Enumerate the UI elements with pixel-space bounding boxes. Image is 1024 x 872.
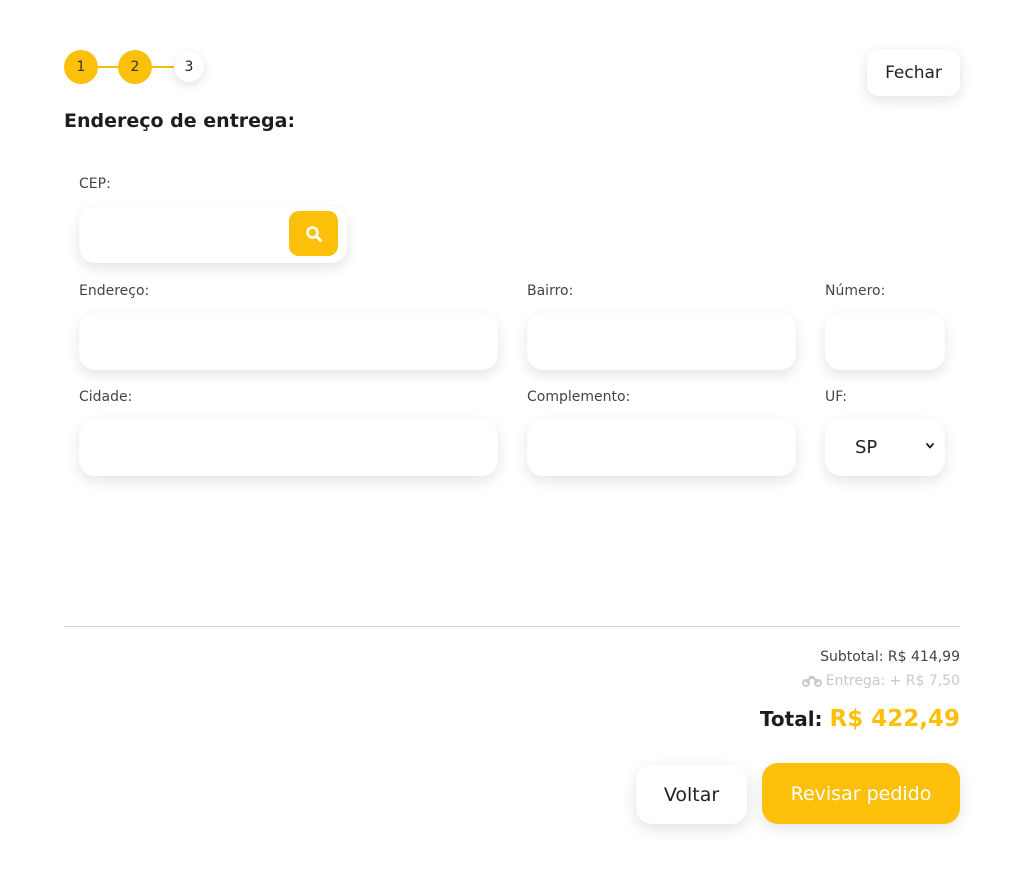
step-2: 2 (118, 50, 152, 84)
cep-label: CEP: (79, 176, 111, 192)
step-1: 1 (64, 50, 98, 84)
review-order-button[interactable]: Revisar pedido (762, 763, 960, 824)
cidade-label: Cidade: (79, 389, 133, 405)
total-amount: R$ 422,49 (829, 706, 960, 732)
stepper-connector (98, 66, 118, 68)
close-button[interactable]: Fechar (867, 49, 960, 96)
subtotal-text: Subtotal: R$ 414,99 (820, 649, 960, 665)
uf-label: UF: (825, 389, 847, 405)
cidade-field[interactable] (79, 419, 498, 476)
complemento-label: Complemento: (527, 389, 631, 405)
motorcycle-icon (801, 676, 822, 687)
bairro-input[interactable] (527, 313, 796, 370)
numero-field[interactable] (825, 313, 945, 370)
search-icon (305, 225, 322, 242)
complemento-input[interactable] (527, 419, 796, 476)
step-3: 3 (174, 52, 204, 82)
section-title: Endereço de entrega: (64, 110, 296, 132)
checkout-address-page: 1 2 3 Fechar Endereço de entrega: CEP: E… (0, 0, 1024, 872)
bairro-field[interactable] (527, 313, 796, 370)
cep-search-button[interactable] (289, 211, 338, 256)
checkout-stepper: 1 2 3 (64, 50, 214, 84)
uf-select[interactable]: SP (825, 419, 945, 476)
delivery-fee: Entrega: + R$ 7,50 (801, 673, 960, 689)
delivery-text: Entrega: + R$ 7,50 (825, 673, 960, 689)
divider (64, 626, 960, 627)
uf-selected-value: SP (855, 437, 878, 458)
endereco-input[interactable] (79, 313, 498, 370)
endereco-field[interactable] (79, 313, 498, 370)
back-button[interactable]: Voltar (636, 765, 747, 824)
total: Total: R$ 422,49 (760, 706, 960, 732)
total-label: Total: (759, 707, 823, 731)
bairro-label: Bairro: (527, 283, 574, 299)
complemento-field[interactable] (527, 419, 796, 476)
cidade-input[interactable] (79, 419, 498, 476)
endereco-label: Endereço: (79, 283, 150, 299)
numero-input[interactable] (825, 313, 945, 370)
chevron-down-icon (926, 443, 934, 449)
stepper-connector (152, 66, 174, 68)
numero-label: Número: (825, 283, 886, 299)
